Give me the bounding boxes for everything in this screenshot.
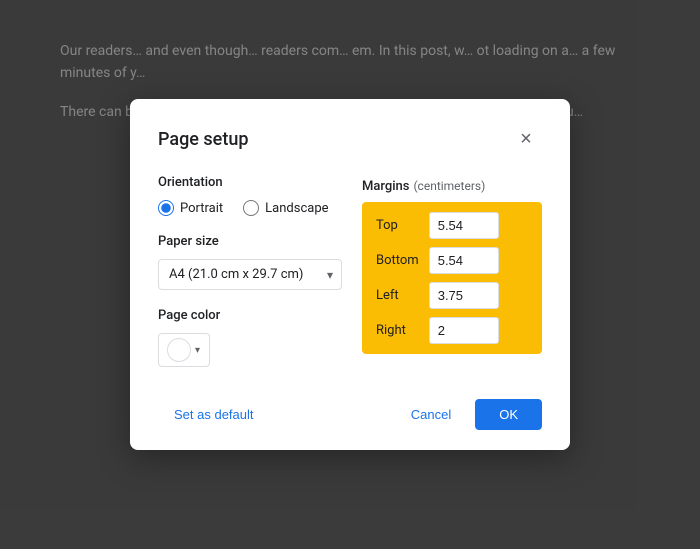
paper-size-label: Paper size xyxy=(158,234,342,249)
landscape-option[interactable]: Landscape xyxy=(243,200,328,216)
paper-size-select[interactable]: A4 (21.0 cm x 29.7 cm) xyxy=(158,259,342,290)
set-as-default-button[interactable]: Set as default xyxy=(158,399,270,430)
color-chevron-icon: ▾ xyxy=(195,345,200,356)
portrait-label: Portrait xyxy=(180,201,223,216)
margin-bottom-input[interactable] xyxy=(429,247,499,274)
margin-left-label: Left xyxy=(376,288,419,303)
margin-right-input[interactable] xyxy=(429,317,499,344)
dialog-body: Orientation Portrait Landscape Paper siz… xyxy=(158,175,542,367)
orientation-label: Orientation xyxy=(158,175,342,190)
paper-size-value: A4 (21.0 cm x 29.7 cm) xyxy=(169,267,303,282)
left-panel: Orientation Portrait Landscape Paper siz… xyxy=(158,175,342,367)
margin-top-label: Top xyxy=(376,218,419,233)
landscape-label: Landscape xyxy=(265,201,328,216)
page-setup-dialog: Page setup × Orientation Portrait Landsc… xyxy=(130,99,570,450)
dialog-title: Page setup xyxy=(158,129,248,150)
close-button[interactable]: × xyxy=(510,123,542,155)
ok-button[interactable]: OK xyxy=(475,399,542,430)
right-panel: Margins (centimeters) Top Bottom Left Ri… xyxy=(362,175,542,367)
margins-label: Margins xyxy=(362,179,409,194)
paper-size-section: Paper size A4 (21.0 cm x 29.7 cm) xyxy=(158,234,342,290)
dialog-footer: Set as default Cancel OK xyxy=(158,391,542,430)
page-color-label: Page color xyxy=(158,308,342,323)
margin-top-input[interactable] xyxy=(429,212,499,239)
portrait-radio[interactable] xyxy=(158,200,174,216)
dialog-header: Page setup × xyxy=(158,123,542,155)
margins-grid: Top Bottom Left Right xyxy=(362,202,542,354)
landscape-radio[interactable] xyxy=(243,200,259,216)
margins-unit: (centimeters) xyxy=(413,179,485,193)
page-color-section: Page color ▾ xyxy=(158,308,342,367)
color-swatch-circle xyxy=(167,338,191,362)
margin-bottom-label: Bottom xyxy=(376,253,419,268)
portrait-option[interactable]: Portrait xyxy=(158,200,223,216)
margins-header-row: Margins (centimeters) xyxy=(362,175,542,194)
margin-left-input[interactable] xyxy=(429,282,499,309)
orientation-row: Portrait Landscape xyxy=(158,200,342,216)
margin-right-label: Right xyxy=(376,323,419,338)
cancel-button[interactable]: Cancel xyxy=(395,399,467,430)
page-color-swatch[interactable]: ▾ xyxy=(158,333,210,367)
